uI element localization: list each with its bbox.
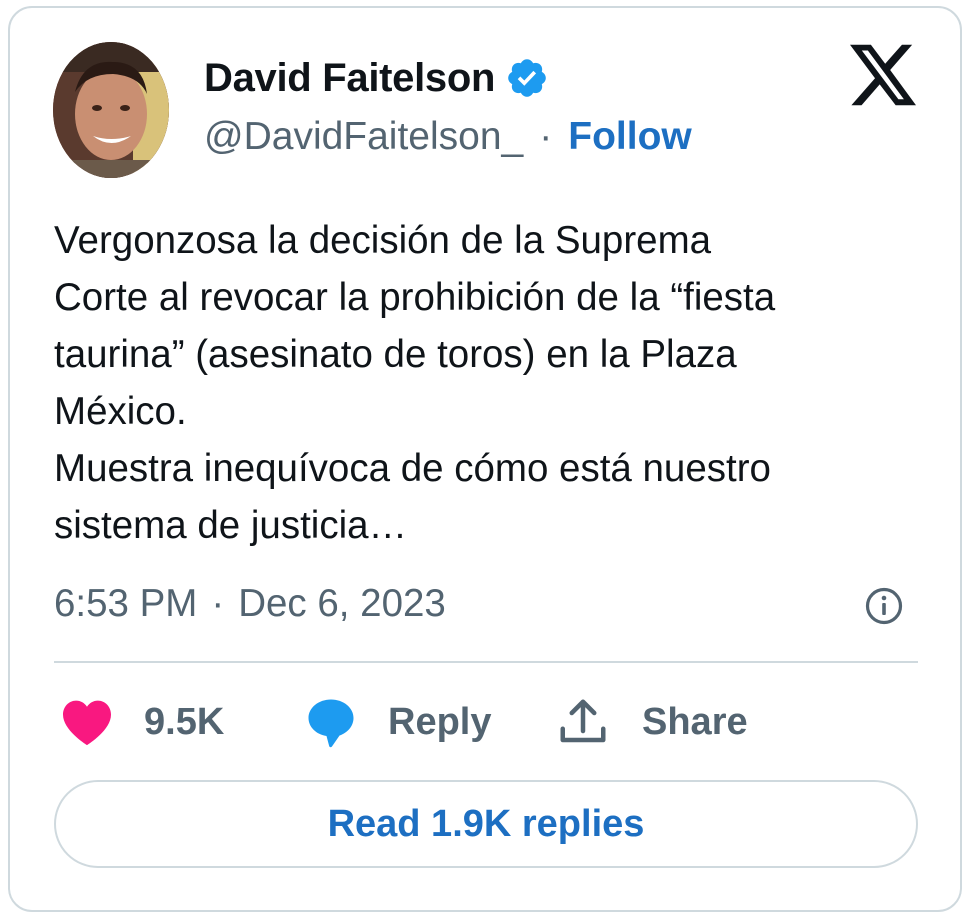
follow-button[interactable]: Follow	[568, 115, 691, 159]
author-name[interactable]: David Faitelson	[204, 56, 495, 101]
reply-label: Reply	[388, 700, 492, 743]
share-label: Share	[642, 700, 748, 743]
avatar-photo	[53, 42, 169, 178]
info-icon[interactable]	[864, 586, 904, 626]
share-icon	[560, 699, 606, 743]
author-handle-row: @DavidFaitelson_ · Follow	[204, 112, 692, 162]
tweet-text: Vergonzosa la decisión de la Suprema Cor…	[54, 219, 776, 547]
like-count: 9.5K	[144, 700, 225, 743]
share-button[interactable]: Share	[556, 692, 748, 752]
avatar[interactable]	[53, 42, 169, 178]
reply-bubble-icon	[308, 699, 354, 748]
divider	[54, 661, 918, 663]
verified-badge-icon	[508, 59, 546, 97]
like-button[interactable]: 9.5K	[60, 692, 224, 752]
author-name-row: David Faitelson	[204, 52, 549, 104]
x-logo-icon[interactable]	[850, 44, 916, 106]
reply-button[interactable]: Reply	[304, 692, 491, 752]
tweet-timestamp[interactable]: 6:53 PM · Dec 6, 2023	[54, 576, 446, 632]
author-handle[interactable]: @DavidFaitelson_	[204, 115, 523, 159]
tweet-date: Dec 6, 2023	[238, 582, 446, 625]
tweet-time: 6:53 PM	[54, 582, 198, 625]
handle-separator: ·	[539, 115, 553, 158]
heart-icon	[63, 700, 111, 746]
read-replies-button[interactable]: Read 1.9K replies	[54, 780, 918, 868]
timestamp-separator: ·	[211, 582, 225, 625]
